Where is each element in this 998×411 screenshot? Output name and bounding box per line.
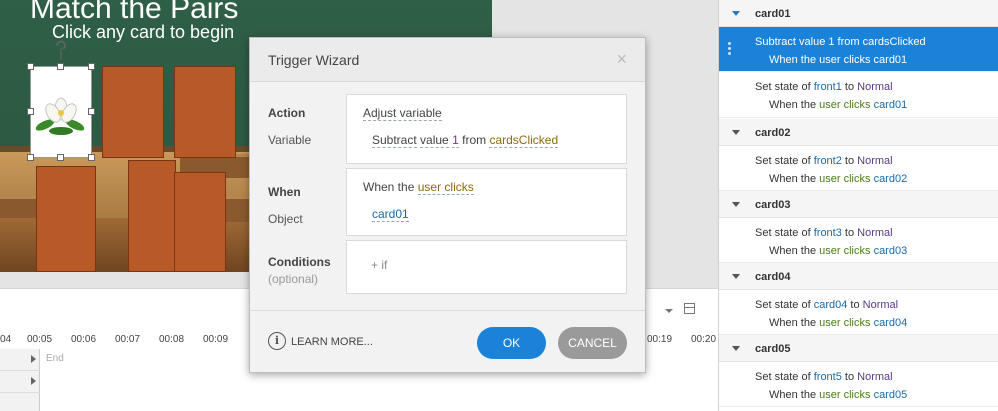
- trigger-group-label: card02: [755, 127, 791, 139]
- variable-label: Variable: [268, 133, 312, 147]
- trigger-when-text: When the user clicks card04: [769, 317, 908, 329]
- cancel-button[interactable]: CANCEL: [558, 327, 627, 359]
- timeline-tick: 00:07: [115, 334, 141, 345]
- timeline-layer-row[interactable]: [0, 349, 40, 371]
- trigger-item[interactable]: Set state of card04 to Normal When the u…: [719, 290, 998, 335]
- card[interactable]: [36, 166, 96, 272]
- trigger-group-card05[interactable]: card05: [719, 335, 998, 362]
- timeline-tick: 00:09: [203, 334, 229, 345]
- card[interactable]: [174, 66, 236, 158]
- chevron-down-icon[interactable]: [665, 309, 673, 315]
- trigger-group-card04[interactable]: card04: [719, 263, 998, 290]
- trigger-wizard-dialog: Trigger Wizard × Action Variable Adjust …: [249, 37, 646, 373]
- trigger-action-text: Set state of front3 to Normal: [755, 227, 893, 239]
- trigger-action-text: Set state of front2 to Normal: [755, 155, 893, 167]
- resize-handle[interactable]: [27, 154, 34, 161]
- trigger-action-text: Set state of front5 to Normal: [755, 371, 893, 383]
- trigger-item[interactable]: Set state of front2 to Normal When the u…: [719, 146, 998, 191]
- timeline-tick: 04: [0, 334, 12, 345]
- trigger-group-label: card01: [755, 8, 791, 20]
- resize-handle[interactable]: [57, 154, 64, 161]
- object-label: Object: [268, 212, 303, 226]
- flower-icon: [35, 97, 85, 135]
- triggers-panel: card01 Subtract value 1 from cardsClicke…: [718, 0, 998, 411]
- action-box: Adjust variable Subtract value 1 from ca…: [346, 94, 627, 164]
- chevron-right-icon[interactable]: [31, 377, 36, 385]
- trigger-item-selected[interactable]: Subtract value 1 from cardsClicked When …: [719, 27, 998, 72]
- timeline-tick: 00:08: [159, 334, 185, 345]
- object-select[interactable]: card01: [372, 207, 409, 222]
- trigger-group-card03[interactable]: card03: [719, 191, 998, 218]
- timeline-layer-list: [0, 349, 40, 411]
- resize-handle[interactable]: [88, 63, 95, 70]
- action-label: Action: [268, 106, 306, 120]
- dialog-header[interactable]: Trigger Wizard ×: [250, 38, 645, 82]
- trigger-when-text: When the user clicks card01: [769, 54, 908, 66]
- timeline-tick: 00:19: [647, 334, 673, 345]
- add-condition-button[interactable]: + if: [371, 258, 387, 272]
- conditions-optional-label: (optional): [268, 272, 319, 286]
- trigger-when-text: When the user clicks card02: [769, 173, 908, 185]
- close-icon[interactable]: ×: [616, 49, 627, 70]
- chevron-down-icon[interactable]: [732, 346, 740, 351]
- conditions-section: Conditions (optional) + if: [250, 240, 645, 300]
- trigger-action-text: Set state of front1 to Normal: [755, 81, 893, 93]
- resize-handle[interactable]: [57, 63, 64, 70]
- conditions-label: Conditions: [268, 255, 331, 269]
- card[interactable]: [102, 66, 164, 158]
- info-icon[interactable]: i: [268, 332, 286, 350]
- desk: [0, 196, 40, 218]
- selected-card-card01[interactable]: [30, 66, 92, 158]
- when-box: When the user clicks card01: [346, 168, 627, 236]
- action-section: Action Variable Adjust variable Subtract…: [250, 82, 645, 164]
- rotate-handle-icon[interactable]: [54, 38, 68, 62]
- resize-handle[interactable]: [27, 63, 34, 70]
- timeline-tick: 00:06: [71, 334, 97, 345]
- timeline-end-marker: End: [46, 353, 64, 364]
- when-section: When Object When the user clicks card01: [250, 166, 645, 238]
- panel-toggle-icon[interactable]: [684, 303, 695, 314]
- when-label: When: [268, 185, 301, 199]
- dialog-title: Trigger Wizard: [268, 52, 360, 68]
- trigger-when-text: When the user clicks card05: [769, 389, 908, 401]
- resize-handle[interactable]: [88, 108, 95, 115]
- dialog-footer: i LEARN MORE... OK CANCEL: [250, 310, 645, 372]
- trigger-action-text: Subtract value 1 from cardsClicked: [755, 36, 926, 48]
- when-event[interactable]: When the user clicks: [363, 180, 474, 195]
- chevron-right-icon[interactable]: [31, 355, 36, 363]
- card[interactable]: [128, 160, 176, 272]
- trigger-when-text: When the user clicks card03: [769, 245, 908, 257]
- trigger-group-label: card03: [755, 199, 791, 211]
- ok-button[interactable]: OK: [477, 327, 546, 359]
- resize-handle[interactable]: [27, 108, 34, 115]
- timeline-tick: 00:05: [27, 334, 53, 345]
- chevron-down-icon[interactable]: [732, 202, 740, 207]
- trigger-item[interactable]: Set state of front5 to Normal When the u…: [719, 362, 998, 407]
- learn-more-link[interactable]: LEARN MORE...: [291, 336, 373, 348]
- trigger-group-label: card04: [755, 271, 791, 283]
- chevron-down-icon[interactable]: [732, 11, 740, 16]
- drag-handle-icon[interactable]: [728, 42, 731, 56]
- trigger-item[interactable]: Set state of front1 to Normal When the u…: [719, 72, 998, 118]
- conditions-box: + if: [346, 240, 627, 294]
- resize-handle[interactable]: [88, 154, 95, 161]
- trigger-action-text: Set state of card04 to Normal: [755, 299, 899, 311]
- chevron-down-icon[interactable]: [732, 274, 740, 279]
- trigger-when-text: When the user clicks card01: [769, 99, 908, 111]
- chevron-down-icon[interactable]: [732, 130, 740, 135]
- variable-operation[interactable]: Subtract value 1 from cardsClicked: [372, 133, 559, 148]
- action-select[interactable]: Adjust variable: [363, 106, 442, 121]
- trigger-group-card02[interactable]: card02: [719, 119, 998, 146]
- slide-subtitle: Click any card to begin: [52, 22, 235, 42]
- timeline-tick: 00:20: [691, 334, 717, 345]
- card[interactable]: [174, 172, 226, 272]
- trigger-group-label: card05: [755, 343, 791, 355]
- timeline-layer-row[interactable]: [0, 371, 40, 393]
- dialog-body: Action Variable Adjust variable Subtract…: [250, 82, 645, 310]
- trigger-group-card01[interactable]: card01: [719, 0, 998, 27]
- trigger-item[interactable]: Set state of front3 to Normal When the u…: [719, 218, 998, 263]
